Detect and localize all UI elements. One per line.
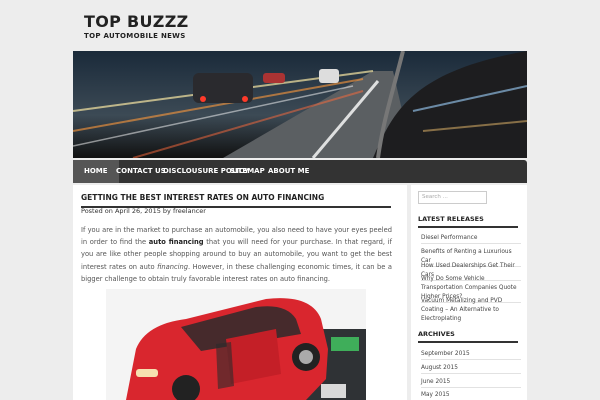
latest-link-1[interactable]: Diesel Performance (421, 234, 521, 244)
post-meta-by-label: by (162, 207, 171, 215)
post-author-link[interactable]: freelancer (173, 207, 206, 215)
sidebar: Search ... LATEST RELEASES Diesel Perfor… (411, 185, 527, 400)
latest-link-5[interactable]: Vacuum Metalizing and PVD Coating – An A… (421, 297, 521, 324)
nav-about-me[interactable]: ABOUT ME (257, 160, 320, 183)
post-keyword-financing: financing (157, 262, 189, 271)
main-content: GETTING THE BEST INTEREST RATES ON AUTO … (73, 185, 407, 400)
archive-link-2[interactable]: August 2015 (421, 364, 521, 374)
latest-releases-title: LATEST RELEASES (418, 215, 518, 228)
sidebar-search-input[interactable]: Search ... (418, 191, 487, 204)
post-meta: Posted on April 26, 2015 by freelancer (81, 207, 206, 215)
site-title[interactable]: TOP BUZZZ (84, 12, 189, 31)
post-title[interactable]: GETTING THE BEST INTEREST RATES ON AUTO … (81, 193, 391, 208)
site-tagline: TOP AUTOMOBILE NEWS (84, 32, 186, 40)
post-date-link[interactable]: April 26, 2015 (115, 207, 161, 215)
post-image-red-car (106, 289, 366, 400)
header-banner-image (73, 51, 527, 158)
main-navigation: HOME CONTACT US DISCLOUSURE POLICY SITEM… (73, 160, 527, 183)
archive-link-3[interactable]: June 2015 (421, 378, 521, 388)
post-meta-posted-label: Posted on (81, 207, 113, 215)
archive-link-4[interactable]: May 2015 (421, 391, 521, 400)
archives-title: ARCHIVES (418, 330, 518, 343)
post-body: If you are in the market to purchase an … (81, 224, 392, 285)
archive-link-1[interactable]: September 2015 (421, 350, 521, 360)
post-keyword-auto-financing: auto financing (148, 238, 204, 247)
